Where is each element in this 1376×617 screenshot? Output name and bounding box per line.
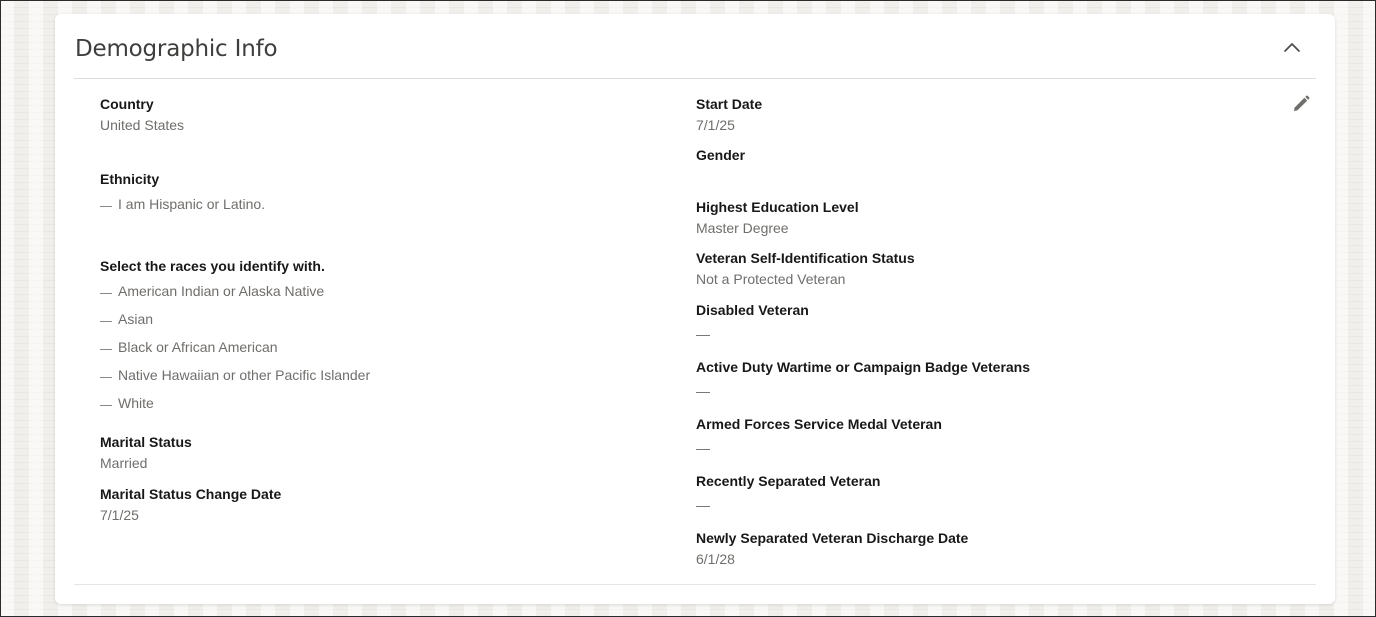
active-duty-label: Active Duty Wartime or Campaign Badge Ve… <box>696 359 1031 375</box>
race-option: Asian <box>100 310 153 328</box>
highest-education-label: Highest Education Level <box>696 199 859 215</box>
marital-status-label: Marital Status <box>100 434 192 450</box>
veteran-status-field: Veteran Self-Identification Status Not a… <box>696 249 915 288</box>
ethnicity-label: Ethnicity <box>100 171 160 187</box>
gender-field: Gender <box>696 146 745 167</box>
disabled-veteran-field: Disabled Veteran — <box>696 301 809 343</box>
races-label: Select the races you identify with. <box>100 258 325 274</box>
armed-forces-value: — <box>696 440 710 456</box>
armed-forces-field: Armed Forces Service Medal Veteran — <box>696 415 942 457</box>
race-option: White <box>100 394 154 412</box>
race-option-label: White <box>118 395 154 411</box>
edit-button[interactable] <box>1291 94 1311 114</box>
active-duty-field: Active Duty Wartime or Campaign Badge Ve… <box>696 358 1030 400</box>
race-option: Native Hawaiian or other Pacific Islande… <box>100 366 370 384</box>
races-field: Select the races you identify with. <box>100 257 325 275</box>
active-duty-value: — <box>696 383 710 399</box>
race-option-label: American Indian or Alaska Native <box>118 283 325 299</box>
section-title: Demographic Info <box>75 36 278 62</box>
discharge-date-field: Newly Separated Veteran Discharge Date 6… <box>696 529 968 568</box>
chevron-up-icon <box>1284 43 1300 52</box>
highest-education-value: Master Degree <box>696 220 789 236</box>
gender-label: Gender <box>696 147 746 163</box>
pencil-icon <box>1294 95 1310 111</box>
start-date-value: 7/1/25 <box>696 117 735 133</box>
country-field: Country United States <box>100 95 184 134</box>
race-option: Black or African American <box>100 338 278 356</box>
demographic-info-card: Demographic Info Country United States E… <box>55 14 1335 604</box>
footer-divider <box>74 584 1316 585</box>
race-option-label: Black or African American <box>118 339 278 355</box>
discharge-date-label: Newly Separated Veteran Discharge Date <box>696 530 969 546</box>
recently-separated-value: — <box>696 497 710 513</box>
disabled-veteran-label: Disabled Veteran <box>696 302 809 318</box>
marital-status-change-date-field: Marital Status Change Date 7/1/25 <box>100 485 281 524</box>
race-option-label: Asian <box>118 311 154 327</box>
marital-status-change-date-label: Marital Status Change Date <box>100 486 282 502</box>
country-label: Country <box>100 96 154 112</box>
unchecked-mark-icon <box>100 377 112 378</box>
unchecked-mark-icon <box>100 349 112 350</box>
veteran-status-label: Veteran Self-Identification Status <box>696 250 915 266</box>
unchecked-mark-icon <box>100 321 112 322</box>
ethnicity-option-label: I am Hispanic or Latino. <box>118 196 266 212</box>
marital-status-change-date-value: 7/1/25 <box>100 507 139 523</box>
collapse-button[interactable] <box>1280 36 1304 60</box>
veteran-status-value: Not a Protected Veteran <box>696 271 846 287</box>
recently-separated-field: Recently Separated Veteran — <box>696 472 880 514</box>
recently-separated-label: Recently Separated Veteran <box>696 473 881 489</box>
start-date-label: Start Date <box>696 96 763 112</box>
marital-status-field: Marital Status Married <box>100 433 192 472</box>
country-value: United States <box>100 117 185 133</box>
marital-status-value: Married <box>100 455 148 471</box>
ethnicity-option: I am Hispanic or Latino. <box>100 195 265 213</box>
unchecked-mark-icon <box>100 206 112 207</box>
discharge-date-value: 6/1/28 <box>696 551 735 567</box>
armed-forces-label: Armed Forces Service Medal Veteran <box>696 416 942 432</box>
ethnicity-field: Ethnicity <box>100 170 159 188</box>
disabled-veteran-value: — <box>696 326 710 342</box>
race-option-label: Native Hawaiian or other Pacific Islande… <box>118 367 371 383</box>
unchecked-mark-icon <box>100 293 112 294</box>
race-option: American Indian or Alaska Native <box>100 282 324 300</box>
card-header: Demographic Info <box>74 14 1316 79</box>
start-date-field: Start Date 7/1/25 <box>696 95 762 134</box>
unchecked-mark-icon <box>100 405 112 406</box>
highest-education-field: Highest Education Level Master Degree <box>696 198 859 237</box>
